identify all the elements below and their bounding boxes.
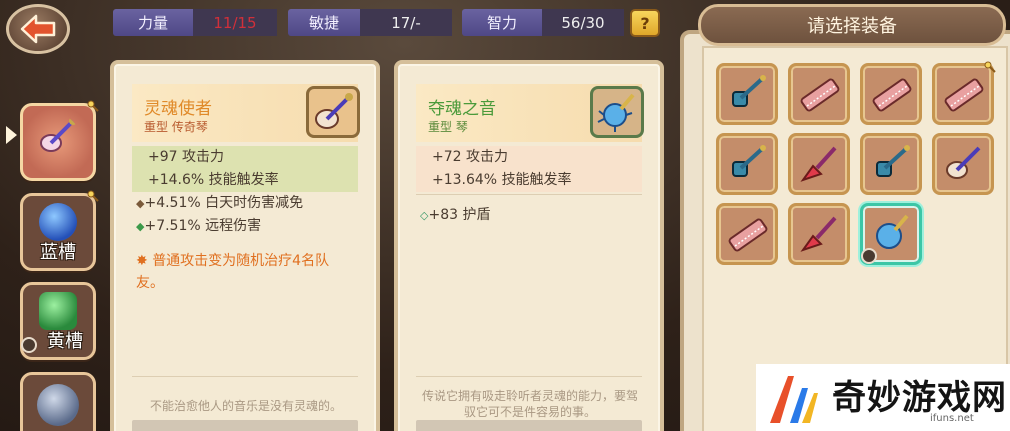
main-stat-line: +72 攻击力	[432, 149, 508, 165]
gear-orb-icon	[37, 384, 79, 427]
item-header: 灵魂使者 重型 传奇琴	[132, 84, 360, 142]
equipped-item-card: 灵魂使者 重型 传奇琴 +97 攻击力 +14.6% 技能触发率 ◆+4.51%…	[110, 60, 380, 431]
equipment-slot[interactable]	[860, 63, 922, 125]
stat-strength-label: 力量	[113, 9, 193, 36]
sub-stat-line: ◇+83 护盾	[420, 207, 491, 223]
main-stats: +97 攻击力 +14.6% 技能触发率	[132, 146, 358, 192]
back-arrow-icon	[20, 14, 56, 44]
stat-intelligence-label: 智力	[462, 9, 542, 36]
lute-icon	[732, 145, 766, 177]
equipment-slot[interactable]	[788, 133, 850, 195]
main-stat-line: +14.6% 技能触发率	[148, 172, 279, 188]
item-name: 灵魂使者	[144, 99, 212, 119]
main-stats: +72 攻击力 +13.64% 技能触发率	[416, 146, 642, 192]
slot-blue[interactable]: 蓝槽	[20, 190, 99, 271]
watermark-url: ifuns.net	[930, 413, 974, 424]
blue-gem-icon	[39, 202, 77, 241]
item-icon-box	[590, 86, 644, 138]
equipment-slot[interactable]	[788, 63, 850, 125]
item-header: 夺魂之音 重型 琴	[416, 84, 644, 142]
guitar-icon	[800, 146, 837, 182]
sub-stat-line: ◆+4.51% 白天时伤害减免	[136, 195, 304, 211]
flavor-text: 传说它拥有吸走聆听者灵魂的能力，要驾驭它可不是件容易的事。	[421, 389, 638, 419]
keytar-icon	[728, 218, 768, 252]
slot-blue-label: 蓝槽	[40, 242, 76, 263]
equipment-slot[interactable]	[716, 63, 778, 125]
lute-icon	[876, 145, 910, 177]
stat-agility-label: 敏捷	[288, 9, 360, 36]
item-name: 夺魂之音	[428, 99, 496, 119]
spiked-lute-icon	[597, 93, 635, 132]
equipment-slot[interactable]	[860, 133, 922, 195]
item-type: 重型 传奇琴	[144, 120, 208, 134]
compare-item-card: 夺魂之音 重型 琴 +72 攻击力 +13.64% 技能触发率 ◇+83 护盾 …	[394, 60, 664, 431]
main-stat-line: +97 攻击力	[148, 149, 224, 165]
card-footer	[416, 420, 642, 431]
harp-icon	[40, 117, 77, 153]
stat-strength-value: 11/15	[193, 9, 277, 36]
stat-intelligence: 智力 56/30	[462, 9, 624, 36]
harp-icon	[315, 93, 353, 129]
keytar-icon	[800, 78, 840, 112]
active-slot-pointer	[6, 126, 17, 144]
item-type: 重型 琴	[428, 120, 468, 134]
divider	[132, 376, 358, 377]
green-gem-icon	[39, 291, 77, 330]
guitar-icon	[800, 216, 837, 252]
equipment-slot[interactable]	[788, 203, 850, 265]
sub-stat-line: ◆+7.51% 远程伤害	[136, 218, 262, 234]
lock-icon	[21, 337, 37, 353]
special-effect: ✸ 普通攻击变为随机治疗4名队友。	[136, 253, 330, 291]
flavor-text: 不能治愈他人的音乐是没有灵魂的。	[149, 399, 342, 413]
slot-fourth[interactable]	[20, 372, 96, 431]
key-icon	[87, 190, 99, 202]
stat-agility-value: 17/-	[360, 9, 452, 36]
item-icon-box	[306, 86, 360, 138]
lute-icon	[732, 75, 766, 107]
watermark-text: 奇妙游戏网	[832, 378, 1007, 418]
slot-yellow[interactable]: 黄槽	[20, 282, 96, 360]
keytar-icon	[944, 78, 984, 112]
equipment-slot[interactable]	[716, 133, 778, 195]
equipment-slot[interactable]	[716, 203, 778, 265]
equipment-select-title: 请选择装备	[698, 4, 1006, 46]
lock-icon	[861, 248, 877, 264]
stat-intelligence-value: 56/30	[542, 9, 624, 36]
stat-agility: 敏捷 17/-	[288, 9, 452, 36]
equipment-slot[interactable]	[860, 203, 922, 265]
back-button[interactable]	[6, 4, 70, 54]
slot-weapon[interactable]	[20, 100, 99, 181]
divider	[416, 194, 642, 195]
stat-strength: 力量 11/15	[113, 9, 277, 36]
divider	[416, 376, 642, 377]
equipment-slot[interactable]	[932, 133, 994, 195]
help-button[interactable]: ?	[630, 9, 660, 37]
brand-logo-icon	[770, 376, 818, 423]
harp-icon	[946, 146, 981, 179]
key-icon	[984, 61, 996, 73]
key-icon	[87, 100, 99, 112]
main-stat-line: +13.64% 技能触发率	[432, 172, 572, 188]
equipment-slot[interactable]	[932, 61, 996, 125]
card-footer	[132, 420, 358, 431]
keytar-icon	[872, 78, 912, 112]
star-bullet-icon: ✸	[136, 253, 148, 269]
